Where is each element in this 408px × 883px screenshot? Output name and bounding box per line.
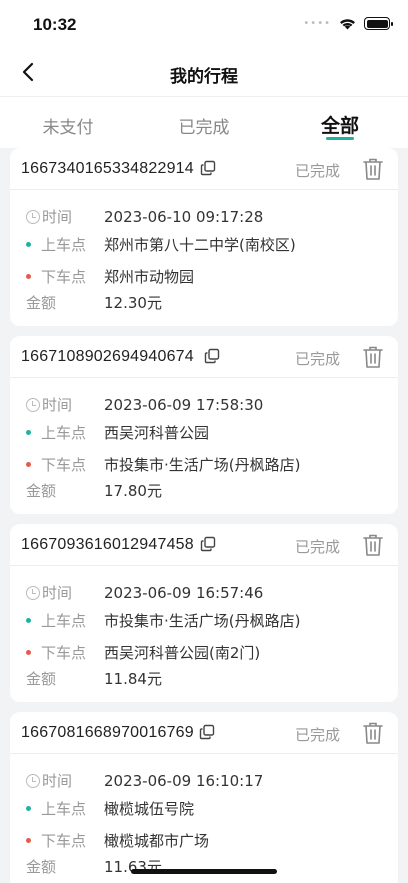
clock-icon xyxy=(26,209,40,224)
dropoff-label: 下车点 xyxy=(41,644,87,662)
status-bar: 10:32 •••• xyxy=(0,0,408,50)
page-title: 我的行程 xyxy=(170,67,238,87)
pickup-row: 上车点 西吴河科普公园 xyxy=(26,422,209,443)
order-card[interactable]: 1667340165334822914 已完成 时间 2023-06-10 09… xyxy=(10,148,398,326)
trip-time: 2023-06-09 16:57:46 xyxy=(104,583,264,602)
time-label: 时间 xyxy=(42,584,73,602)
wifi-icon xyxy=(340,18,355,29)
dropoff-dot-icon xyxy=(26,462,31,467)
tab-unpaid[interactable]: 未支付 xyxy=(0,113,136,138)
card-header: 1667093616012947458 已完成 xyxy=(10,524,398,566)
card-header: 1667340165334822914 已完成 xyxy=(10,148,398,190)
time-label: 时间 xyxy=(42,396,73,414)
time-row: 时间 2023-06-09 16:10:17 xyxy=(26,770,263,791)
trash-icon[interactable] xyxy=(362,721,384,745)
time-label: 时间 xyxy=(42,772,73,790)
tab-bar: 未支付 已完成 全部 xyxy=(0,96,408,148)
copy-icon[interactable] xyxy=(204,348,220,364)
copy-icon[interactable] xyxy=(200,160,216,176)
amount-label: 金额 xyxy=(26,294,57,312)
order-number: 1667081668970016769 xyxy=(21,724,194,741)
order-card[interactable]: 1667108902694940674 已完成 时间 2023-06-09 17… xyxy=(10,336,398,514)
order-number: 1667108902694940674 xyxy=(21,348,194,365)
trash-icon[interactable] xyxy=(362,345,384,369)
order-card[interactable]: 1667093616012947458 已完成 时间 2023-06-09 16… xyxy=(10,524,398,702)
pickup-label: 上车点 xyxy=(41,236,87,254)
time-label: 时间 xyxy=(42,208,73,226)
nav-bar: 我的行程 xyxy=(0,50,408,96)
clock-icon xyxy=(26,585,40,600)
dropoff-row: 下车点 西吴河科普公园(南2门) xyxy=(26,642,260,663)
pickup-label: 上车点 xyxy=(41,612,87,630)
pickup-location: 郑州市第八十二中学(南校区) xyxy=(104,236,296,254)
pickup-row: 上车点 郑州市第八十二中学(南校区) xyxy=(26,234,296,255)
order-card[interactable]: 1667081668970016769 已完成 时间 2023-06-09 16… xyxy=(10,712,398,883)
trash-icon[interactable] xyxy=(362,533,384,557)
clock-icon xyxy=(26,773,40,788)
trash-icon[interactable] xyxy=(362,157,384,181)
pickup-row: 上车点 橄榄城伍号院 xyxy=(26,798,194,819)
dropoff-dot-icon xyxy=(26,274,31,279)
order-status: 已完成 xyxy=(294,538,340,556)
pickup-dot-icon xyxy=(26,806,31,811)
trip-amount: 12.30元 xyxy=(104,294,162,312)
pickup-dot-icon xyxy=(26,242,31,247)
order-status: 已完成 xyxy=(294,726,340,744)
time-row: 时间 2023-06-09 17:58:30 xyxy=(26,394,263,415)
home-indicator[interactable] xyxy=(131,869,277,874)
dropoff-dot-icon xyxy=(26,838,31,843)
order-status: 已完成 xyxy=(294,350,340,368)
dropoff-row: 下车点 郑州市动物园 xyxy=(26,266,194,287)
amount-row: 金额 11.84元 xyxy=(26,668,162,689)
trip-time: 2023-06-09 17:58:30 xyxy=(104,395,264,414)
dropoff-location: 郑州市动物园 xyxy=(104,268,195,286)
amount-label: 金额 xyxy=(26,670,57,688)
time-row: 时间 2023-06-09 16:57:46 xyxy=(26,582,263,603)
order-number: 1667340165334822914 xyxy=(21,160,194,177)
dropoff-label: 下车点 xyxy=(41,832,87,850)
amount-row: 金额 12.30元 xyxy=(26,292,162,313)
active-tab-indicator xyxy=(326,137,354,140)
pickup-location: 橄榄城伍号院 xyxy=(104,800,195,818)
tab-completed[interactable]: 已完成 xyxy=(136,113,272,138)
dropoff-location: 市投集市·生活广场(丹枫路店) xyxy=(104,456,301,474)
card-header: 1667108902694940674 已完成 xyxy=(10,336,398,378)
dropoff-row: 下车点 橄榄城都市广场 xyxy=(26,830,209,851)
dropoff-label: 下车点 xyxy=(41,456,87,474)
order-number: 1667093616012947458 xyxy=(21,536,194,553)
trip-amount: 17.80元 xyxy=(104,482,162,500)
time-row: 时间 2023-06-10 09:17:28 xyxy=(26,206,263,227)
trip-amount: 11.84元 xyxy=(104,670,162,688)
pickup-dot-icon xyxy=(26,430,31,435)
copy-icon[interactable] xyxy=(200,536,216,552)
trip-time: 2023-06-09 16:10:17 xyxy=(104,771,264,790)
dropoff-row: 下车点 市投集市·生活广场(丹枫路店) xyxy=(26,454,300,475)
pickup-label: 上车点 xyxy=(41,424,87,442)
pickup-row: 上车点 市投集市·生活广场(丹枫路店) xyxy=(26,610,300,631)
order-status: 已完成 xyxy=(294,162,340,180)
dropoff-location: 橄榄城都市广场 xyxy=(104,832,210,850)
dropoff-label: 下车点 xyxy=(41,268,87,286)
pickup-label: 上车点 xyxy=(41,800,87,818)
copy-icon[interactable] xyxy=(199,724,215,740)
amount-label: 金额 xyxy=(26,482,57,500)
pickup-location: 西吴河科普公园 xyxy=(104,424,210,442)
clock-icon xyxy=(26,397,40,412)
amount-row: 金额 17.80元 xyxy=(26,480,162,501)
card-header: 1667081668970016769 已完成 xyxy=(10,712,398,754)
dropoff-dot-icon xyxy=(26,650,31,655)
dropoff-location: 西吴河科普公园(南2门) xyxy=(104,644,261,662)
signal-icon: •••• xyxy=(303,18,331,29)
battery-icon xyxy=(364,17,393,30)
pickup-dot-icon xyxy=(26,618,31,623)
amount-label: 金额 xyxy=(26,858,57,876)
status-time: 10:32 xyxy=(33,15,77,34)
tab-all[interactable]: 全部 xyxy=(272,111,408,138)
status-icons: •••• xyxy=(303,17,393,30)
pickup-location: 市投集市·生活广场(丹枫路店) xyxy=(104,612,301,630)
trip-time: 2023-06-10 09:17:28 xyxy=(104,207,264,226)
